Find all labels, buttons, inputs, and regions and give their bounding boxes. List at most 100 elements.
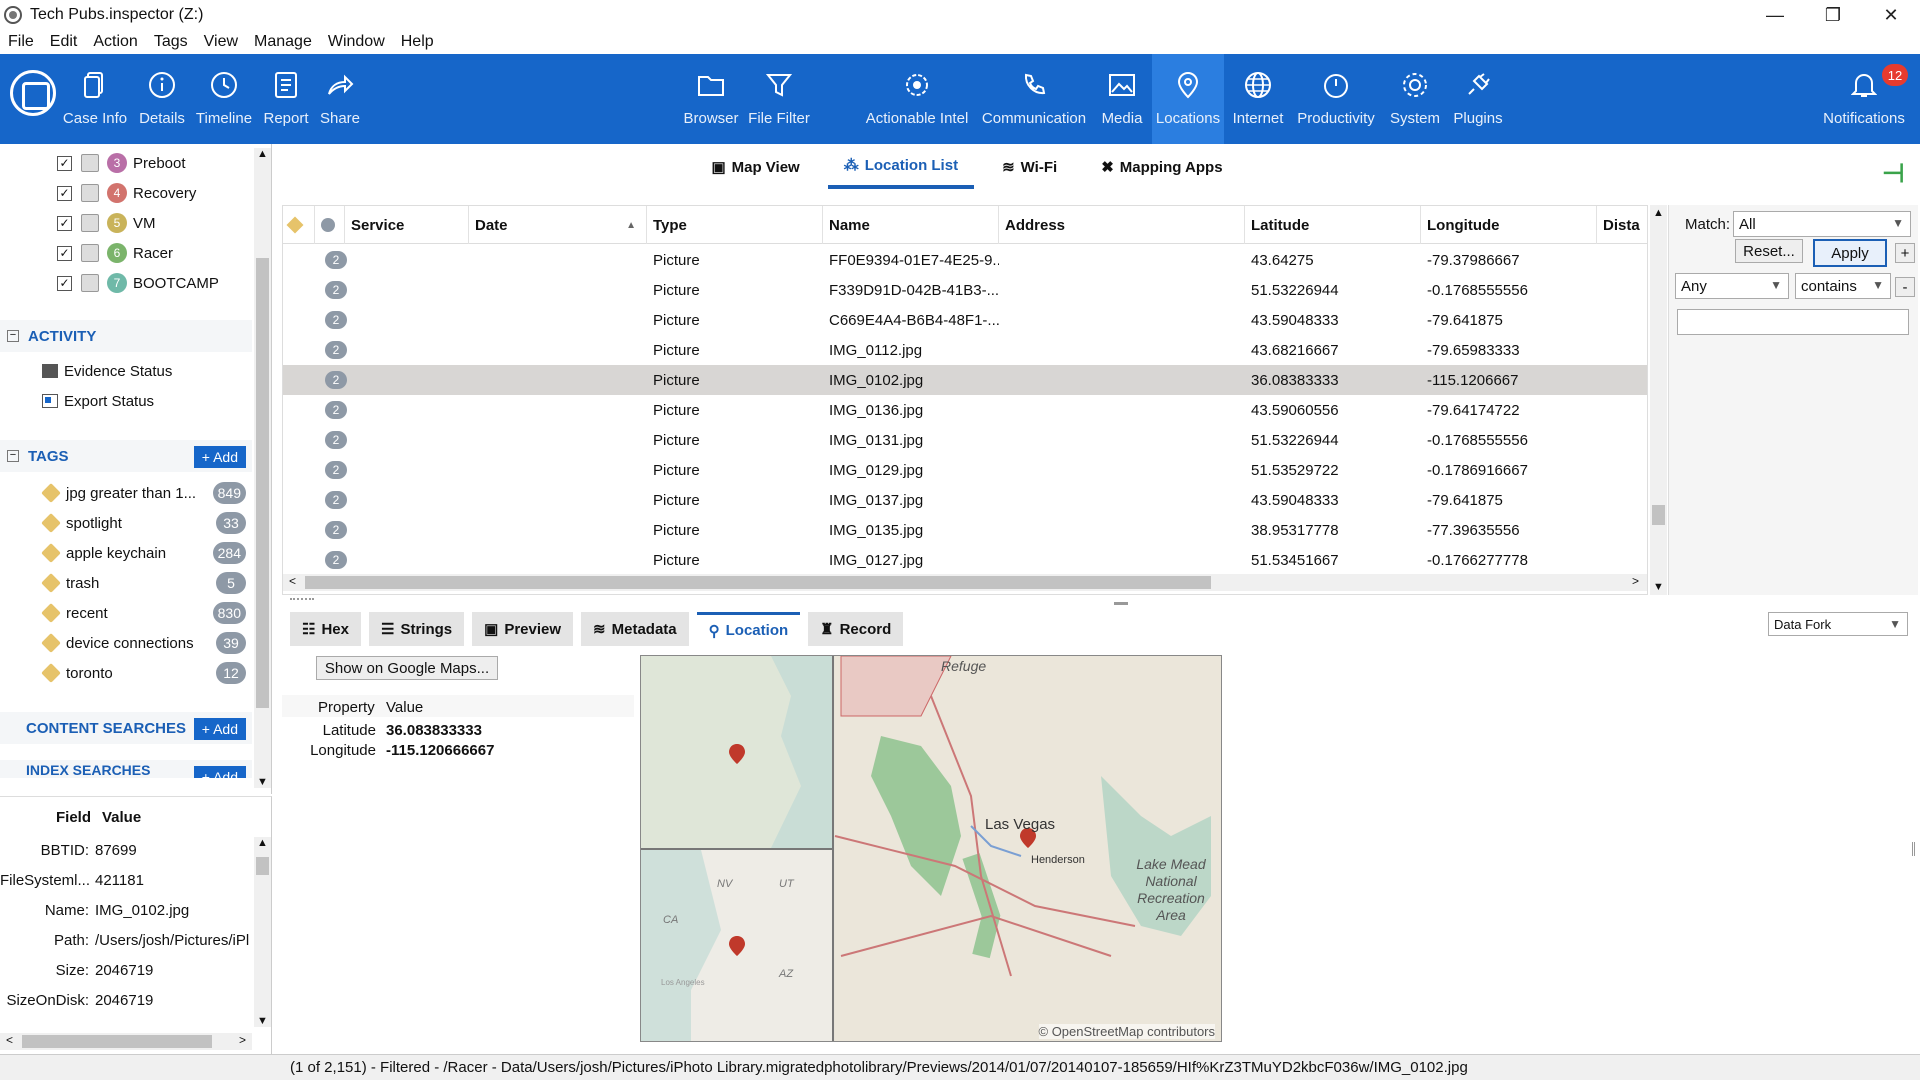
table-row[interactable]: 2 Picture IMG_0136.jpg 43.59060556 -79.64174… bbox=[283, 395, 1647, 425]
scrollbar-thumb[interactable] bbox=[22, 1035, 212, 1048]
column-date[interactable]: Date ▲ bbox=[469, 206, 647, 244]
data-fork-select[interactable]: Data Fork ▼ bbox=[1768, 612, 1908, 636]
checkbox[interactable]: ✓ bbox=[57, 155, 72, 171]
content-searches-header[interactable]: CONTENT SEARCHES + Add bbox=[0, 712, 252, 744]
tab-metadata[interactable]: ≋ Metadata bbox=[581, 612, 689, 646]
table-row[interactable]: 2 Picture FF0E9394-01E7-4E25-9... 43.64275 -… bbox=[283, 245, 1647, 275]
scroll-left-icon[interactable]: < bbox=[6, 1033, 13, 1047]
menu-tags[interactable]: Tags bbox=[146, 33, 196, 51]
system-button[interactable]: System bbox=[1386, 54, 1444, 144]
locations-button[interactable]: Locations bbox=[1152, 54, 1224, 144]
share-button[interactable]: Share bbox=[316, 54, 364, 144]
scroll-up-icon[interactable]: ▲ bbox=[1653, 207, 1664, 219]
right-splitter-grip[interactable] bbox=[1912, 842, 1915, 856]
menu-action[interactable]: Action bbox=[85, 33, 145, 51]
table-row[interactable]: 2 Picture IMG_0102.jpg 36.08383333 -115.1206… bbox=[283, 365, 1647, 395]
file-filter-button[interactable]: File Filter bbox=[746, 54, 812, 144]
productivity-button[interactable]: Productivity bbox=[1292, 54, 1380, 144]
location-map[interactable]: Refuge Las Vegas Henderson Lake Mead Nat… bbox=[640, 655, 1222, 1042]
app-logo-icon[interactable] bbox=[10, 70, 56, 116]
menu-window[interactable]: Window bbox=[320, 33, 393, 51]
add-tag-button[interactable]: + Add bbox=[193, 446, 246, 468]
browser-button[interactable]: Browser bbox=[682, 54, 740, 144]
add-content-search-button[interactable]: + Add bbox=[193, 718, 246, 740]
tab-wifi[interactable]: ≋ Wi-Fi bbox=[986, 145, 1073, 189]
remove-condition-button[interactable]: - bbox=[1895, 277, 1915, 297]
column-service[interactable]: Service bbox=[345, 206, 469, 244]
scrollbar-thumb[interactable] bbox=[256, 258, 269, 708]
minimize-button[interactable]: — bbox=[1746, 0, 1804, 30]
table-vscrollbar[interactable]: ▲ ▼ bbox=[1650, 205, 1667, 595]
tab-record[interactable]: ♜ Record bbox=[808, 612, 904, 646]
collapse-icon[interactable]: − bbox=[7, 330, 19, 342]
table-row[interactable]: 2 Picture IMG_0129.jpg 51.53529722 -0.178691… bbox=[283, 455, 1647, 485]
evidence-item[interactable]: ✓ 3 Preboot bbox=[0, 148, 186, 178]
contains-select[interactable]: contains ▼ bbox=[1795, 273, 1891, 299]
table-hscrollbar[interactable]: < > bbox=[283, 574, 1647, 591]
evidence-item[interactable]: ✓ 6 Racer bbox=[0, 238, 173, 268]
checkbox[interactable]: ✓ bbox=[57, 245, 72, 261]
apply-button[interactable]: Apply bbox=[1813, 239, 1887, 267]
panel-toggle-icon[interactable]: ⊣ bbox=[1882, 158, 1906, 188]
table-row[interactable]: 2 Picture IMG_0137.jpg 43.59048333 -79.64187… bbox=[283, 485, 1647, 515]
checkbox[interactable]: ✓ bbox=[57, 275, 72, 291]
tag-column-icon[interactable] bbox=[283, 206, 315, 244]
case-info-button[interactable]: Case Info bbox=[62, 54, 128, 144]
tab-location[interactable]: ⚲ Location bbox=[696, 612, 801, 646]
column-name[interactable]: Name bbox=[823, 206, 999, 244]
column-address[interactable]: Address bbox=[999, 206, 1245, 244]
filter-text-input[interactable] bbox=[1677, 309, 1909, 335]
column-longitude[interactable]: Longitude bbox=[1421, 206, 1597, 244]
activity-section-header[interactable]: − ACTIVITY bbox=[0, 320, 252, 352]
scrollbar-thumb[interactable] bbox=[256, 857, 269, 875]
menu-file[interactable]: File bbox=[0, 33, 42, 51]
match-select[interactable]: All ▼ bbox=[1733, 211, 1911, 237]
timeline-button[interactable]: Timeline bbox=[194, 54, 254, 144]
column-distance[interactable]: Dista bbox=[1597, 206, 1647, 244]
properties-hscrollbar[interactable]: < > bbox=[0, 1033, 252, 1050]
actionable-intel-button[interactable]: Actionable Intel bbox=[862, 54, 972, 144]
media-button[interactable]: Media bbox=[1098, 54, 1146, 144]
show-google-maps-button[interactable]: Show on Google Maps... bbox=[316, 656, 498, 680]
tab-strings[interactable]: ☰ Strings bbox=[368, 612, 465, 646]
tag-item[interactable]: jpg greater than 1... 849 bbox=[0, 478, 252, 508]
checkbox[interactable]: ✓ bbox=[57, 215, 72, 231]
tab-location-list[interactable]: ⁂ Location List bbox=[827, 145, 975, 189]
tag-item[interactable]: toronto 12 bbox=[0, 658, 252, 688]
scroll-down-icon[interactable]: ▼ bbox=[1653, 581, 1664, 593]
communication-button[interactable]: Communication bbox=[980, 54, 1088, 144]
add-index-search-button[interactable]: + Add bbox=[193, 766, 246, 778]
add-condition-button[interactable]: + bbox=[1895, 243, 1915, 263]
table-row[interactable]: 2 Picture IMG_0127.jpg 51.53451667 -0.176627… bbox=[283, 545, 1647, 575]
tab-map-view[interactable]: ▣ Map View bbox=[695, 145, 815, 189]
details-button[interactable]: Details bbox=[136, 54, 188, 144]
table-row[interactable]: 2 Picture IMG_0112.jpg 43.68216667 -79.65983… bbox=[283, 335, 1647, 365]
scrollbar-thumb[interactable] bbox=[1652, 505, 1665, 525]
column-type[interactable]: Type bbox=[647, 206, 823, 244]
menu-help[interactable]: Help bbox=[393, 33, 442, 51]
plugins-button[interactable]: Plugins bbox=[1450, 54, 1506, 144]
any-select[interactable]: Any ▼ bbox=[1675, 273, 1789, 299]
menu-manage[interactable]: Manage bbox=[246, 33, 320, 51]
status-column-icon[interactable] bbox=[315, 206, 345, 244]
properties-scrollbar[interactable]: ▲ ▼ bbox=[254, 837, 271, 1027]
tag-item[interactable]: apple keychain 284 bbox=[0, 538, 252, 568]
scrollbar-thumb[interactable] bbox=[305, 576, 1211, 589]
scroll-down-icon[interactable]: ▼ bbox=[257, 1015, 268, 1027]
table-row[interactable]: 2 Picture C669E4A4-B6B4-48F1-... 43.5904833… bbox=[283, 305, 1647, 335]
menu-view[interactable]: View bbox=[196, 33, 246, 51]
table-row[interactable]: 2 Picture F339D91D-042B-41B3-... 51.5322694… bbox=[283, 275, 1647, 305]
tab-mapping-apps[interactable]: ✖ Mapping Apps bbox=[1085, 145, 1238, 189]
index-searches-header[interactable]: INDEX SEARCHES + Add bbox=[0, 760, 252, 778]
maximize-button[interactable]: ❐ bbox=[1804, 0, 1862, 30]
scroll-up-icon[interactable]: ▲ bbox=[257, 148, 268, 160]
column-latitude[interactable]: Latitude bbox=[1245, 206, 1421, 244]
sidebar-scrollbar[interactable]: ▲ ▼ bbox=[254, 148, 271, 788]
evidence-item[interactable]: ✓ 5 VM bbox=[0, 208, 156, 238]
splitter-grip[interactable] bbox=[290, 598, 314, 604]
scroll-down-icon[interactable]: ▼ bbox=[257, 776, 268, 788]
tag-item[interactable]: device connections 39 bbox=[0, 628, 252, 658]
report-button[interactable]: Report bbox=[260, 54, 312, 144]
internet-button[interactable]: Internet bbox=[1230, 54, 1286, 144]
scroll-left-icon[interactable]: < bbox=[289, 574, 296, 588]
